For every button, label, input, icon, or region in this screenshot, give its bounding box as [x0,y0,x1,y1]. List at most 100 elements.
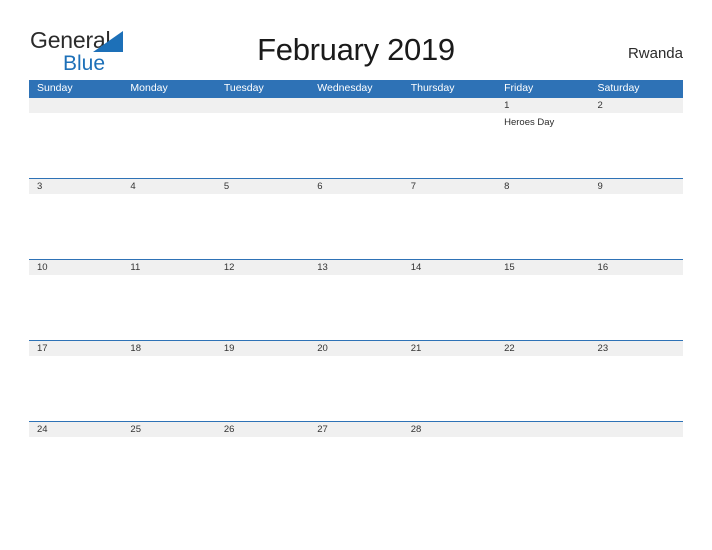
day-events [29,437,122,441]
day-cell-inner: 20 [309,341,403,421]
day-number: 9 [589,179,683,194]
day-number [589,422,683,437]
calendar-week-row: 1 Heroes Day 2 [29,97,683,179]
day-events [122,113,215,117]
day-cell-inner: 13 [309,260,403,340]
day-number: 1 [496,98,590,113]
day-cell-inner [29,98,123,178]
day-cell-inner: 3 [29,179,123,259]
day-cell-inner: 28 [402,422,497,502]
day-events [122,194,215,198]
weekday-header-monday: Monday [122,80,216,98]
day-cell-inner: 2 [589,98,683,178]
calendar-day-cell[interactable]: 28 [402,421,497,503]
day-events [309,275,402,279]
day-number [402,98,497,113]
day-cell-inner: 10 [29,260,123,340]
calendar-day-cell[interactable]: 17 [29,340,123,422]
calendar-day-cell[interactable]: 4 [122,178,216,260]
calendar-day-cell[interactable]: 8 [496,178,590,260]
calendar-day-cell[interactable]: 26 [215,421,310,503]
day-number: 12 [215,260,310,275]
day-number: 2 [589,98,683,113]
day-cell-inner [215,98,310,178]
day-cell-inner: 26 [215,422,310,502]
day-number: 24 [29,422,123,437]
day-number: 22 [496,341,590,356]
day-cell-inner: 22 [496,341,590,421]
day-number: 8 [496,179,590,194]
day-events [216,194,309,198]
day-number: 18 [122,341,216,356]
calendar-day-cell[interactable]: 11 [122,259,216,341]
day-cell-inner [309,98,403,178]
calendar-day-cell[interactable]: 15 [496,259,590,341]
calendar-day-cell[interactable]: 10 [29,259,123,341]
day-cell-inner: 12 [215,260,310,340]
calendar-day-cell[interactable]: 12 [215,259,310,341]
day-events [216,356,309,360]
day-number: 11 [122,260,216,275]
day-events [29,194,122,198]
day-number [122,98,216,113]
calendar-day-cell[interactable]: 7 [402,178,497,260]
day-cell-inner: 1 Heroes Day [496,98,590,178]
day-number: 10 [29,260,123,275]
day-events [309,356,402,360]
day-number: 6 [309,179,403,194]
calendar-day-cell[interactable]: 19 [215,340,310,422]
weekday-header-sunday: Sunday [29,80,123,98]
day-number: 28 [402,422,497,437]
day-cell-inner: 23 [589,341,683,421]
calendar-week-row: 24 25 26 27 28 [29,421,683,503]
day-events [590,113,683,117]
day-cell-inner: 11 [122,260,216,340]
calendar-body: 1 Heroes Day 2 3 4 5 6 7 8 9 10 11 12 13 14 15 16 17 18 19 2… [29,97,683,503]
day-cell-inner: 17 [29,341,123,421]
day-cell-inner: 27 [309,422,403,502]
day-number: 17 [29,341,123,356]
calendar-day-cell[interactable]: 25 [122,421,216,503]
calendar-week-row: 3456789 [29,178,683,260]
calendar-day-cell[interactable]: 20 [309,340,403,422]
day-cell-inner: 18 [122,341,216,421]
calendar-week-row: 10 11 12 13 14 15 16 [29,259,683,341]
day-events [403,113,496,117]
calendar-week-row: 17 18 19 20 21 22 23 [29,340,683,422]
calendar-day-cell[interactable]: 14 [402,259,497,341]
day-events [496,356,589,360]
calendar-day-cell[interactable]: 23 [589,340,683,422]
calendar-day-cell[interactable]: 22 [496,340,590,422]
day-cell-inner: 24 [29,422,123,502]
calendar-day-cell[interactable]: 16 [589,259,683,341]
day-cell-inner: 4 [122,179,216,259]
day-cell-inner: 9 [589,179,683,259]
day-cell-inner: 8 [496,179,590,259]
calendar-day-cell[interactable]: 5 [215,178,310,260]
day-number [29,98,123,113]
calendar-day-cell[interactable]: 1 Heroes Day [496,97,590,179]
holiday-event: Heroes Day [504,117,555,128]
calendar-day-cell[interactable]: 24 [29,421,123,503]
weekday-header-saturday: Saturday [589,80,683,98]
day-events [216,275,309,279]
calendar-empty-cell [122,97,216,179]
day-events [216,113,309,117]
day-events: Heroes Day [496,113,589,129]
calendar-day-cell[interactable]: 9 [589,178,683,260]
day-cell-inner: 6 [309,179,403,259]
day-number: 7 [402,179,497,194]
calendar-day-cell[interactable]: 21 [402,340,497,422]
calendar-day-cell[interactable]: 18 [122,340,216,422]
day-events [496,194,589,198]
day-number: 14 [402,260,497,275]
day-events [403,194,496,198]
day-number: 16 [589,260,683,275]
calendar-day-cell[interactable]: 6 [309,178,403,260]
calendar-day-cell[interactable]: 13 [309,259,403,341]
calendar-day-cell[interactable]: 27 [309,421,403,503]
weekday-header-wednesday: Wednesday [309,80,403,98]
calendar-day-cell[interactable]: 2 [589,97,683,179]
day-number [309,98,403,113]
calendar-day-cell[interactable]: 3 [29,178,123,260]
